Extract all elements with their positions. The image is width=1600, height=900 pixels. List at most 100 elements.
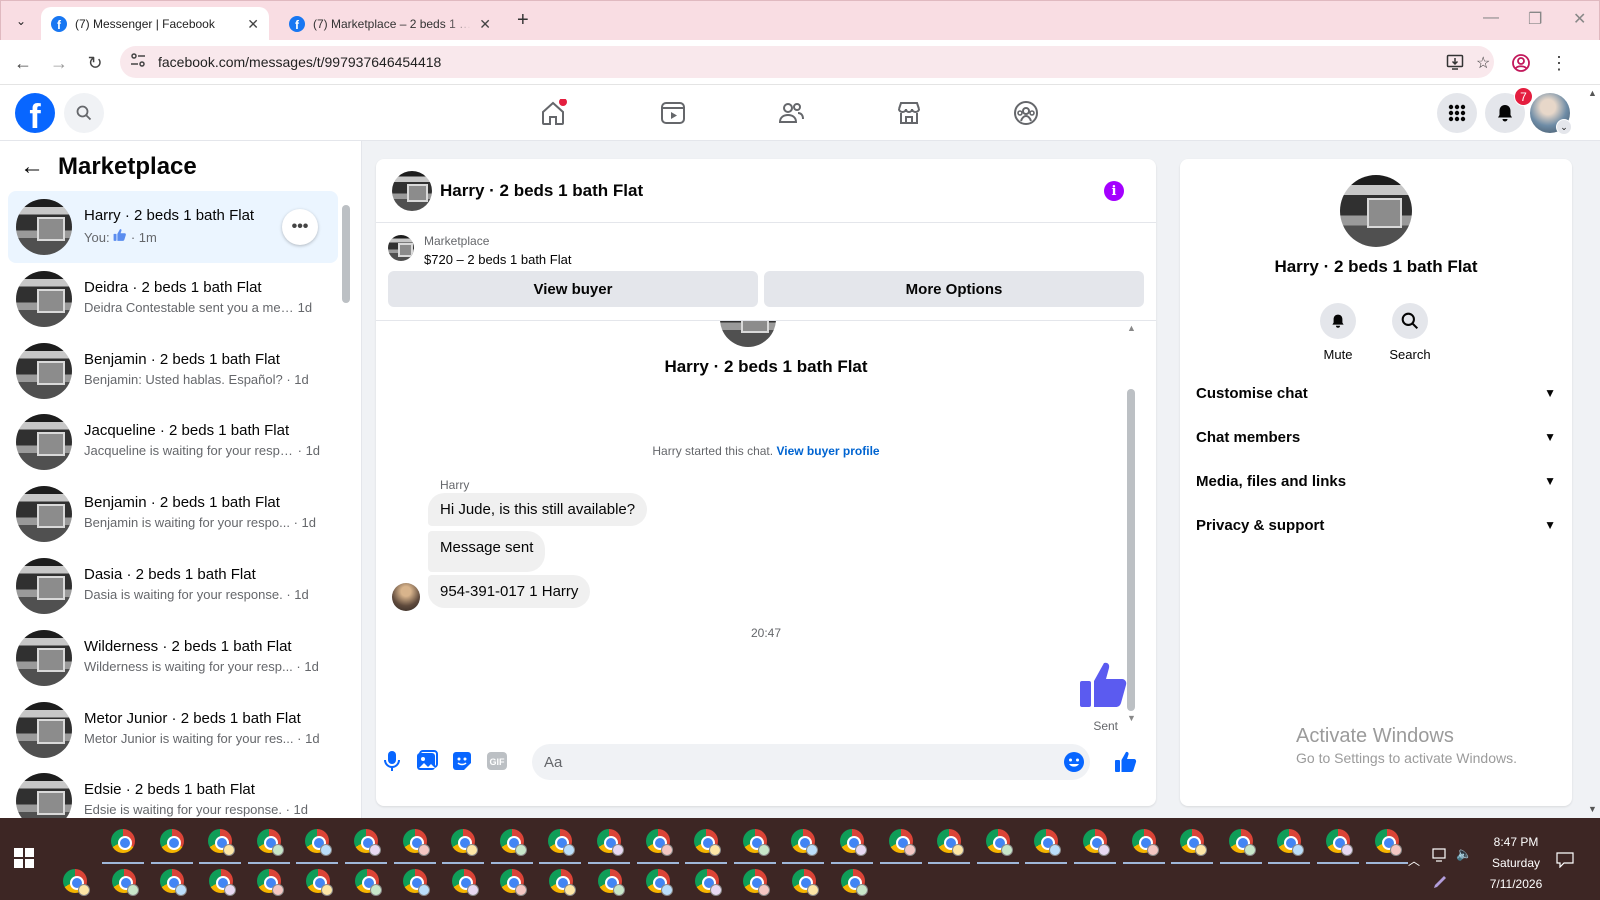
chrome-taskbar-icon[interactable] <box>296 826 339 864</box>
chrome-taskbar-icon[interactable] <box>303 866 333 896</box>
view-buyer-profile-link[interactable]: View buyer profile <box>776 444 879 458</box>
browser-tab-messenger[interactable]: f (7) Messenger | Facebook ✕ <box>41 7 269 41</box>
chrome-taskbar-icon[interactable] <box>685 826 728 864</box>
conversation-title[interactable]: Harry · 2 beds 1 bath Flat <box>440 181 643 201</box>
chrome-taskbar-icon[interactable] <box>1317 826 1359 864</box>
chrome-taskbar-icon[interactable] <box>1171 826 1214 864</box>
chrome-taskbar-icon[interactable] <box>199 826 242 864</box>
chrome-taskbar-icon[interactable] <box>595 866 625 896</box>
chrome-taskbar-icon[interactable] <box>546 866 576 896</box>
forward-icon[interactable]: → <box>46 50 72 76</box>
listing-thumbnail[interactable] <box>388 235 414 261</box>
chat-list-item[interactable]: Edsie · 2 beds 1 bath Flat Edsie is waiti… <box>8 765 338 818</box>
chat-list-item[interactable]: Dasia · 2 beds 1 bath Flat Dasia is waiti… <box>8 550 338 622</box>
groups-icon[interactable] <box>1012 99 1040 127</box>
chat-list-item[interactable]: Metor Junior · 2 beds 1 bath Flat Metor J… <box>8 694 338 766</box>
browser-tab-marketplace[interactable]: f (7) Marketplace – 2 beds 1 bath Flat ✕ <box>279 7 501 41</box>
scroll-down-icon[interactable]: ▼ <box>1588 804 1597 814</box>
chrome-taskbar-icon[interactable] <box>838 866 868 896</box>
scroll-up-icon[interactable]: ▲ <box>1588 88 1597 98</box>
marketplace-icon[interactable] <box>895 99 923 127</box>
chrome-taskbar-icon[interactable] <box>352 866 382 896</box>
close-tab-icon[interactable]: ✕ <box>471 16 491 33</box>
chat-list-item[interactable]: Deidra · 2 beds 1 bath Flat Deidra Contes… <box>8 263 338 335</box>
chrome-taskbar-icon[interactable] <box>109 866 139 896</box>
chrome-taskbar-icon[interactable] <box>928 826 971 864</box>
search-conversation-button[interactable]: Search <box>1370 303 1450 362</box>
chat-info-title[interactable]: Harry · 2 beds 1 bath Flat <box>1180 257 1572 277</box>
chrome-taskbar-icon[interactable] <box>1219 826 1262 864</box>
tab-search-button[interactable]: ⌄ <box>9 9 33 33</box>
chrome-taskbar-icon[interactable] <box>1074 826 1116 864</box>
chat-list-item[interactable]: Benjamin · 2 beds 1 bath Flat Benjamin: U… <box>8 335 338 407</box>
thread-scrollbar[interactable]: ▲ ▼ <box>1126 321 1136 725</box>
conversation-info-icon[interactable]: i <box>1104 181 1124 201</box>
home-icon[interactable] <box>539 98 567 127</box>
show-hidden-icons-icon[interactable]: ︿ <box>1408 852 1420 869</box>
message-bubble[interactable]: Message sent <box>428 531 546 572</box>
reload-icon[interactable]: ↻ <box>82 50 108 76</box>
chrome-taskbar-icon[interactable] <box>60 866 90 896</box>
page-scrollbar[interactable]: ▲ ▼ <box>1586 88 1600 818</box>
chrome-taskbar-icon[interactable] <box>539 826 582 864</box>
friends-icon[interactable] <box>777 99 805 127</box>
chat-list-scrollbar[interactable] <box>342 191 350 811</box>
chrome-taskbar-icon[interactable] <box>782 826 825 864</box>
chrome-taskbar-icon[interactable] <box>345 826 387 864</box>
account-avatar[interactable]: ⌄ <box>1530 93 1572 135</box>
profile-icon[interactable] <box>1508 50 1534 76</box>
message-input[interactable] <box>532 744 1090 780</box>
chrome-taskbar-icon[interactable] <box>976 826 1019 864</box>
chrome-taskbar-icon[interactable] <box>393 826 436 864</box>
chrome-taskbar-icon[interactable] <box>1025 826 1068 864</box>
chrome-taskbar-icon[interactable] <box>1122 826 1165 864</box>
address-bar[interactable]: facebook.com/messages/t/997937646454418 … <box>120 46 1494 78</box>
privacy-support-section[interactable]: Privacy & support ▼ <box>1196 503 1556 547</box>
chrome-taskbar-icon[interactable] <box>254 866 285 896</box>
thumbs-up-icon[interactable] <box>1114 750 1138 774</box>
notifications-button[interactable]: 7 <box>1485 87 1533 133</box>
sender-avatar[interactable] <box>392 583 420 611</box>
scrollbar-thumb[interactable] <box>342 205 350 303</box>
chat-list-item[interactable]: Harry · 2 beds 1 bath Flat You: · 1m ••• <box>8 191 338 263</box>
facebook-search-button[interactable] <box>64 93 104 133</box>
network-icon[interactable] <box>1432 848 1450 862</box>
bookmark-star-icon[interactable]: ☆ <box>1476 53 1490 73</box>
windows-start-icon[interactable] <box>14 848 34 868</box>
chrome-taskbar-icon[interactable] <box>247 826 290 864</box>
photo-icon[interactable] <box>415 749 439 773</box>
chat-list-item[interactable]: Wilderness · 2 beds 1 bath Flat Wildernes… <box>8 622 338 694</box>
close-tab-icon[interactable]: ✕ <box>239 16 259 33</box>
chrome-taskbar-icon[interactable] <box>206 866 236 896</box>
thumbs-up-icon[interactable] <box>1078 659 1130 711</box>
message-bubble[interactable]: 954-391-017 1 Harry <box>428 575 591 608</box>
chrome-taskbar-icon[interactable] <box>636 826 679 864</box>
restore-window-icon[interactable]: ❐ <box>1528 9 1542 29</box>
facebook-logo-icon[interactable]: f <box>15 93 55 133</box>
action-center-icon[interactable] <box>1556 852 1574 869</box>
site-info-icon[interactable] <box>130 52 146 71</box>
close-window-icon[interactable]: ✕ <box>1573 9 1586 29</box>
pen-icon[interactable] <box>1432 874 1448 890</box>
chat-info-avatar[interactable] <box>1340 175 1412 247</box>
browser-menu-icon[interactable]: ⋮ <box>1546 50 1572 76</box>
back-arrow-icon[interactable]: ← <box>20 153 44 181</box>
chrome-taskbar-icon[interactable] <box>789 866 819 896</box>
chat-options-button[interactable]: ••• <box>282 209 318 245</box>
view-buyer-button[interactable]: View buyer <box>388 271 758 307</box>
chrome-taskbar-icon[interactable] <box>150 826 193 864</box>
chrome-taskbar-icon[interactable] <box>490 826 533 864</box>
chrome-taskbar-icon[interactable] <box>442 826 485 864</box>
customise-chat-section[interactable]: Customise chat ▼ <box>1196 371 1556 415</box>
chrome-taskbar-icon[interactable] <box>692 866 722 896</box>
chrome-taskbar-icon[interactable] <box>643 866 674 896</box>
minimize-window-icon[interactable]: — <box>1483 9 1499 27</box>
chat-list-item[interactable]: Benjamin · 2 beds 1 bath Flat Benjamin is… <box>8 478 338 550</box>
chrome-taskbar-icon[interactable] <box>400 866 431 896</box>
chrome-taskbar-icon[interactable] <box>740 866 771 896</box>
chrome-taskbar-icon[interactable] <box>157 866 188 896</box>
chrome-taskbar-icon[interactable] <box>497 866 528 896</box>
new-tab-button[interactable]: + <box>517 9 529 32</box>
video-icon[interactable] <box>659 99 687 127</box>
chrome-taskbar-icon[interactable] <box>1268 826 1311 864</box>
